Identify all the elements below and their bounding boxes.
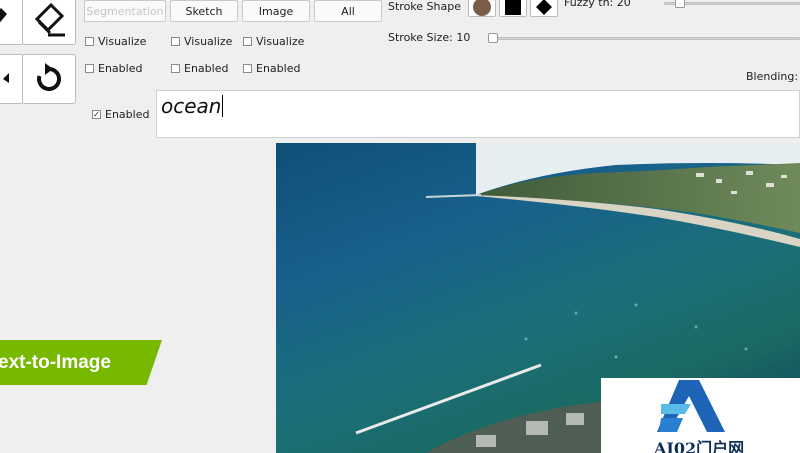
enabled-label: Enabled	[184, 62, 229, 75]
text-prompt-input[interactable]: ocean	[156, 90, 800, 138]
text-to-image-banner: ext-to-Image	[0, 340, 162, 385]
visualize-label: Visualize	[256, 35, 305, 48]
banner-text: ext-to-Image	[0, 351, 111, 373]
enabled-label: Enabled	[105, 108, 150, 121]
image-mode-button[interactable]: Image	[242, 0, 310, 22]
watermark-logo: AI02门户网	[601, 378, 800, 453]
logo-emblem-icon	[657, 380, 725, 432]
enabled-label: Enabled	[98, 62, 143, 75]
rotate-icon	[37, 63, 62, 91]
watermark-text: AI02门户网	[654, 439, 745, 453]
stroke-shape-circle-button[interactable]	[468, 0, 496, 17]
redo-tool-button[interactable]	[22, 54, 76, 104]
stroke-shape-label: Stroke Shape	[388, 0, 461, 13]
segmentation-mode-button[interactable]: Segmentation	[84, 0, 166, 22]
all-mode-button[interactable]: All	[314, 0, 382, 22]
sketch-visualize-checkbox[interactable]: Visualize	[171, 35, 232, 48]
fuzzy-threshold-slider[interactable]	[664, 0, 800, 8]
diamond-shape-icon	[536, 0, 552, 15]
visualize-label: Visualize	[98, 35, 147, 48]
stroke-shape-diamond-button[interactable]	[530, 0, 558, 17]
sketch-enabled-checkbox[interactable]: Enabled	[171, 62, 228, 75]
image-enabled-checkbox[interactable]: Enabled	[243, 62, 300, 75]
visualize-label: Visualize	[184, 35, 233, 48]
text-prompt-enabled-checkbox[interactable]: ✓ Enabled	[92, 108, 149, 121]
circle-shape-icon	[473, 0, 491, 16]
eraser-tool-button[interactable]	[22, 0, 76, 45]
brush-tool-button[interactable]	[0, 0, 24, 45]
text-cursor	[222, 95, 224, 117]
fuzzy-threshold-label: Fuzzy th: 20	[564, 0, 631, 9]
undo-tool-button[interactable]	[0, 54, 24, 104]
segmentation-enabled-checkbox[interactable]: Enabled	[85, 62, 142, 75]
image-visualize-checkbox[interactable]: Visualize	[243, 35, 304, 48]
stroke-size-handle[interactable]	[488, 33, 498, 43]
sketch-mode-button[interactable]: Sketch	[170, 0, 238, 22]
fuzzy-threshold-handle[interactable]	[675, 0, 685, 8]
square-shape-icon	[505, 0, 521, 15]
eraser-icon	[34, 2, 65, 37]
stroke-size-slider[interactable]	[488, 33, 800, 43]
stroke-size-label: Stroke Size: 10	[388, 31, 471, 44]
enabled-label: Enabled	[256, 62, 301, 75]
stroke-shape-square-button[interactable]	[499, 0, 527, 17]
arrow-icon	[3, 73, 9, 83]
blending-label: Blending:	[746, 70, 799, 83]
segmentation-visualize-checkbox[interactable]: Visualize	[85, 35, 146, 48]
brush-icon	[0, 8, 7, 23]
text-prompt-value: ocean	[161, 94, 222, 118]
